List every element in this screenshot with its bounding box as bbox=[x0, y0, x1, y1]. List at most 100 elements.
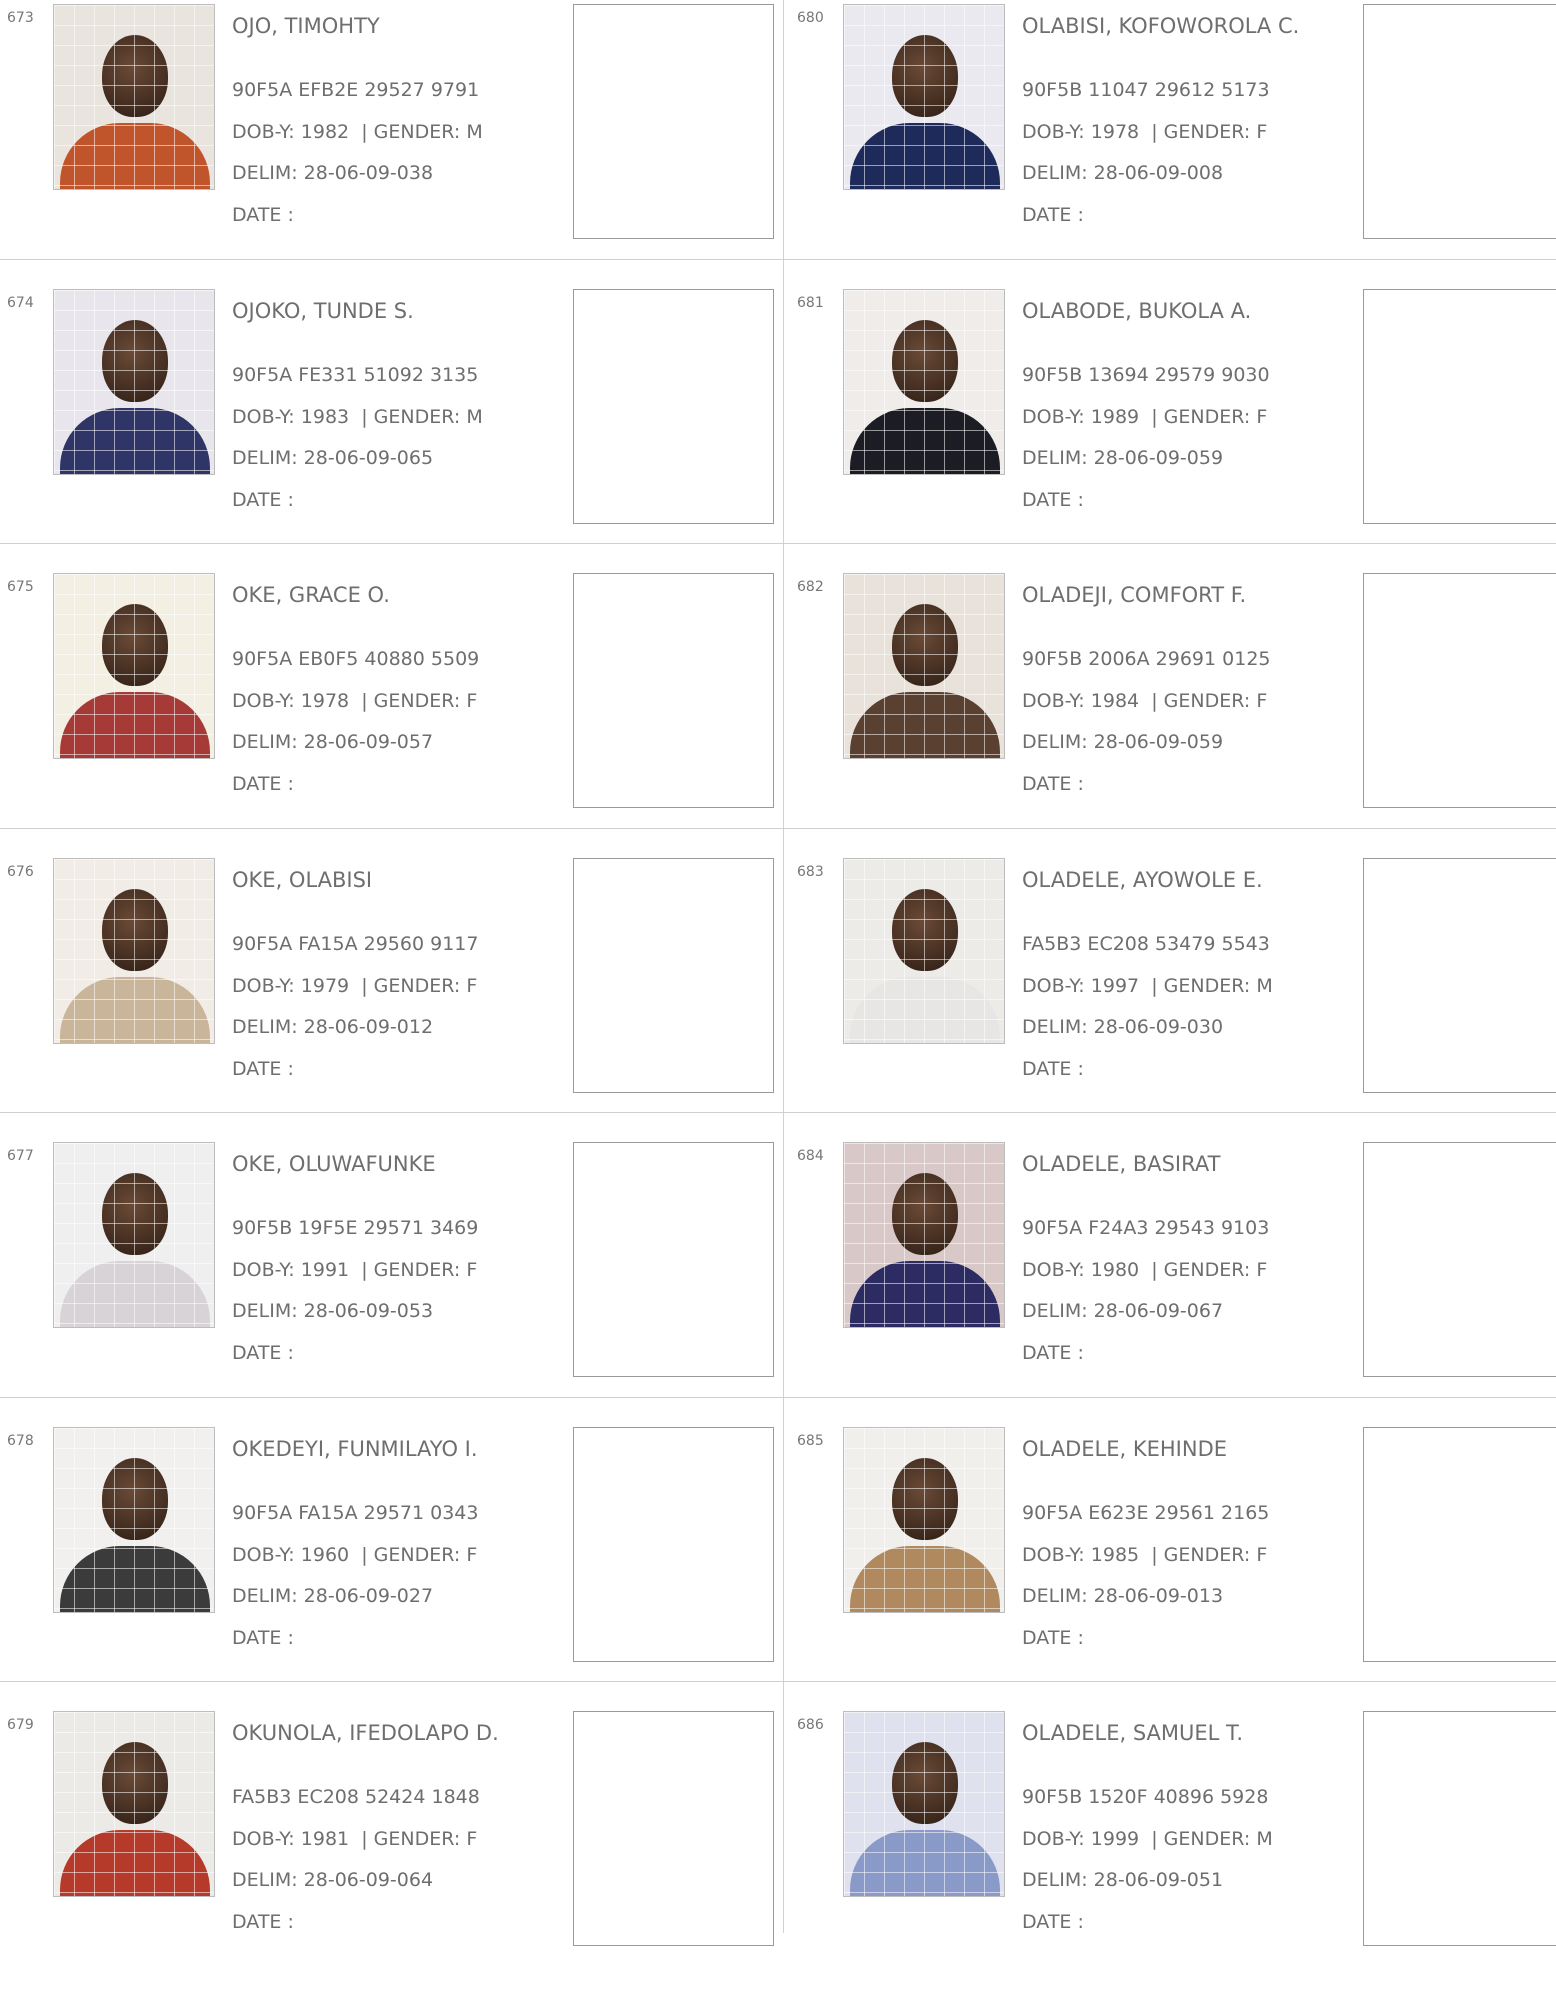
delim-value: 28-06-09-008 bbox=[1093, 162, 1224, 184]
dob-label: DOB-Y: bbox=[232, 1828, 295, 1850]
delim-value: 28-06-09-065 bbox=[303, 447, 434, 469]
delim-label: DELIM: bbox=[232, 447, 298, 469]
gender-label: | GENDER: bbox=[361, 1259, 461, 1281]
delim-line: DELIM: 28-06-09-051 bbox=[1022, 1869, 1223, 1891]
gender-value: M bbox=[466, 406, 483, 428]
signature-box[interactable] bbox=[573, 289, 774, 524]
date-label: DATE : bbox=[1022, 1342, 1084, 1364]
gender-label: | GENDER: bbox=[361, 406, 461, 428]
signature-box[interactable] bbox=[573, 1427, 774, 1662]
voter-name: OKE, OLABISI bbox=[232, 868, 373, 892]
serial-number: 674 bbox=[7, 295, 34, 311]
delim-label: DELIM: bbox=[232, 1869, 298, 1891]
voter-register-page: 673 OJO, TIMOHTY 90F5A EFB2E 29527 9791 DOB… bbox=[0, 0, 1556, 1946]
gender-label: | GENDER: bbox=[361, 975, 461, 997]
dob-label: DOB-Y: bbox=[1022, 121, 1085, 143]
dob-gender-line: DOB-Y: 1991 | GENDER: F bbox=[232, 1259, 477, 1281]
delim-line: DELIM: 28-06-09-053 bbox=[232, 1300, 433, 1322]
delim-label: DELIM: bbox=[232, 1300, 298, 1322]
voter-photo bbox=[843, 1142, 1005, 1328]
signature-box[interactable] bbox=[1363, 4, 1556, 239]
serial-number: 676 bbox=[7, 864, 34, 880]
voter-photo bbox=[53, 1711, 215, 1897]
voter-card: 676 OKE, OLABISI 90F5A FA15A 29560 9117 DOB… bbox=[0, 854, 783, 1137]
gender-value: F bbox=[1256, 1259, 1268, 1281]
voter-name: OLADELE, SAMUEL T. bbox=[1022, 1721, 1244, 1745]
gender-label: | GENDER: bbox=[1151, 975, 1251, 997]
dob-year: 1997 bbox=[1090, 975, 1140, 997]
voter-card: 683 OLADELE, AYOWOLE E. FA5B3 EC208 53479 … bbox=[790, 854, 1556, 1137]
voter-id: 90F5A F24A3 29543 9103 bbox=[1022, 1217, 1270, 1239]
serial-number: 675 bbox=[7, 579, 34, 595]
signature-box[interactable] bbox=[1363, 573, 1556, 808]
gender-label: | GENDER: bbox=[1151, 690, 1251, 712]
signature-box[interactable] bbox=[573, 4, 774, 239]
dob-label: DOB-Y: bbox=[232, 121, 295, 143]
delim-value: 28-06-09-038 bbox=[303, 162, 434, 184]
dob-gender-line: DOB-Y: 1989 | GENDER: F bbox=[1022, 406, 1267, 428]
voter-card: 682 OLADEJI, COMFORT F. 90F5B 2006A 29691 … bbox=[790, 569, 1556, 852]
voter-photo bbox=[53, 1142, 215, 1328]
signature-box[interactable] bbox=[1363, 858, 1556, 1093]
signature-box[interactable] bbox=[1363, 289, 1556, 524]
voter-photo bbox=[843, 1711, 1005, 1897]
dob-label: DOB-Y: bbox=[1022, 975, 1085, 997]
delim-label: DELIM: bbox=[1022, 162, 1088, 184]
date-label: DATE : bbox=[232, 1911, 294, 1933]
signature-box[interactable] bbox=[573, 858, 774, 1093]
voter-name: OLADELE, BASIRAT bbox=[1022, 1152, 1221, 1176]
delim-label: DELIM: bbox=[1022, 1585, 1088, 1607]
date-label: DATE : bbox=[1022, 489, 1084, 511]
delim-label: DELIM: bbox=[1022, 447, 1088, 469]
delim-label: DELIM: bbox=[1022, 1869, 1088, 1891]
delim-label: DELIM: bbox=[232, 162, 298, 184]
gender-label: | GENDER: bbox=[361, 1828, 461, 1850]
voter-card: 678 OKEDEYI, FUNMILAYO I. 90F5A FA15A 2957… bbox=[0, 1423, 783, 1706]
voter-card: 684 OLADELE, BASIRAT 90F5A F24A3 29543 910… bbox=[790, 1138, 1556, 1421]
signature-box[interactable] bbox=[1363, 1711, 1556, 1946]
date-label: DATE : bbox=[232, 773, 294, 795]
gender-value: F bbox=[466, 1544, 478, 1566]
dob-label: DOB-Y: bbox=[232, 1259, 295, 1281]
serial-number: 673 bbox=[7, 10, 34, 26]
voter-card: 685 OLADELE, KEHINDE 90F5A E623E 29561 216… bbox=[790, 1423, 1556, 1706]
delim-value: 28-06-09-064 bbox=[303, 1869, 434, 1891]
voter-id: 90F5A FE331 51092 3135 bbox=[232, 364, 479, 386]
voter-name: OKUNOLA, IFEDOLAPO D. bbox=[232, 1721, 499, 1745]
dob-year: 1981 bbox=[300, 1828, 350, 1850]
signature-box[interactable] bbox=[573, 573, 774, 808]
voter-photo bbox=[843, 1427, 1005, 1613]
signature-box[interactable] bbox=[1363, 1142, 1556, 1377]
delim-value: 28-06-09-057 bbox=[303, 731, 434, 753]
date-label: DATE : bbox=[232, 1058, 294, 1080]
voter-photo bbox=[843, 289, 1005, 475]
voter-name: OLADEJI, COMFORT F. bbox=[1022, 583, 1247, 607]
dob-label: DOB-Y: bbox=[1022, 1259, 1085, 1281]
delim-line: DELIM: 28-06-09-065 bbox=[232, 447, 433, 469]
voter-name: OLABISI, KOFOWOROLA C. bbox=[1022, 14, 1300, 38]
delim-value: 28-06-09-059 bbox=[1093, 731, 1224, 753]
signature-box[interactable] bbox=[573, 1142, 774, 1377]
voter-photo bbox=[53, 573, 215, 759]
dob-year: 1989 bbox=[1090, 406, 1140, 428]
signature-box[interactable] bbox=[573, 1711, 774, 1946]
voter-card: 677 OKE, OLUWAFUNKE 90F5B 19F5E 29571 3469… bbox=[0, 1138, 783, 1421]
serial-number: 681 bbox=[797, 295, 824, 311]
dob-year: 1980 bbox=[1090, 1259, 1140, 1281]
voter-name: OKE, GRACE O. bbox=[232, 583, 390, 607]
voter-id: 90F5A FA15A 29571 0343 bbox=[232, 1502, 479, 1524]
delim-label: DELIM: bbox=[1022, 1300, 1088, 1322]
voter-photo bbox=[843, 573, 1005, 759]
delim-label: DELIM: bbox=[1022, 1016, 1088, 1038]
signature-box[interactable] bbox=[1363, 1427, 1556, 1662]
dob-label: DOB-Y: bbox=[1022, 690, 1085, 712]
gender-label: | GENDER: bbox=[1151, 121, 1251, 143]
dob-year: 1960 bbox=[300, 1544, 350, 1566]
gender-value: F bbox=[1256, 121, 1268, 143]
voter-name: OKE, OLUWAFUNKE bbox=[232, 1152, 436, 1176]
voter-id: 90F5A EFB2E 29527 9791 bbox=[232, 79, 480, 101]
delim-label: DELIM: bbox=[232, 731, 298, 753]
delim-value: 28-06-09-051 bbox=[1093, 1869, 1224, 1891]
gender-value: M bbox=[466, 121, 483, 143]
voter-id: 90F5A FA15A 29560 9117 bbox=[232, 933, 479, 955]
